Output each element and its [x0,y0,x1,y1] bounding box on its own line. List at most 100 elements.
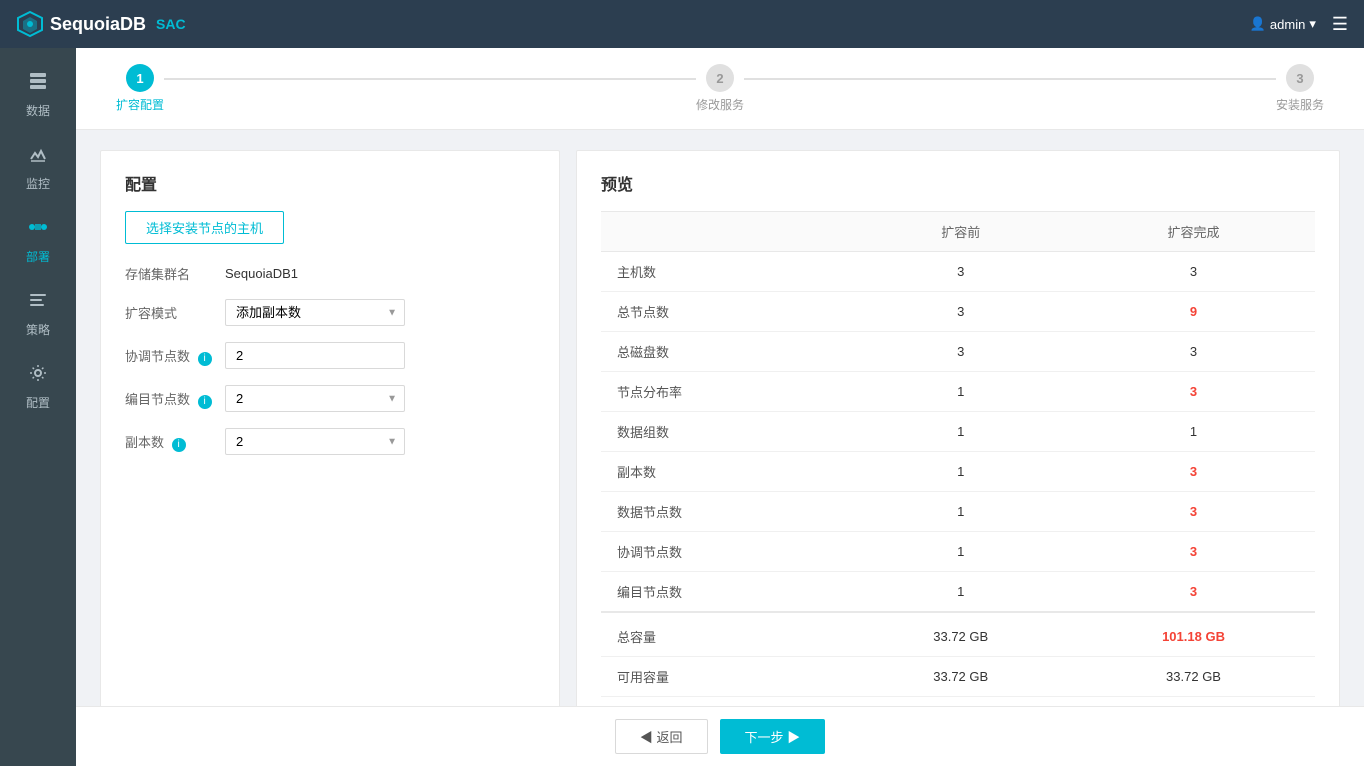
row-after: 3 [1072,332,1315,372]
sidebar-item-monitor[interactable]: 监控 [0,129,76,202]
app-logo: SequoiaDB SAC [16,10,186,38]
sidebar-item-config[interactable]: 配置 [0,348,76,421]
table-capacity-row: 可用容量 33.72 GB 33.72 GB [601,657,1315,697]
row-before: 3 [849,332,1072,372]
action-bar: ◀ 返回 下一步 ▶ [76,706,1364,766]
table-row: 总磁盘数 3 3 [601,332,1315,372]
form-row-coord-nodes: 协调节点数 i [125,342,535,369]
table-row: 编目节点数 1 3 [601,572,1315,613]
sidebar: 数据 监控 部署 策略 配置 [0,48,76,766]
table-row: 主机数 3 3 [601,252,1315,292]
logo-icon [16,10,44,38]
content-area: 配置 选择安装节点的主机 存储集群名 SequoiaDB1 扩容模式 添加副本数… [76,130,1364,728]
user-menu[interactable]: 👤 admin ▾ [1250,16,1316,32]
replica-select-wrap: 1 2 3 ▼ [225,428,405,455]
topnav-right: 👤 admin ▾ ☰ [1250,14,1348,35]
wizard-step-2: 2 修改服务 [696,64,744,113]
expand-mode-select[interactable]: 添加副本数 添加数据节点 [225,299,405,326]
replica-info-icon[interactable]: i [172,438,186,452]
wizard-line-2 [744,78,1276,80]
row-label: 编目节点数 [601,572,849,613]
row-after: 3 [1072,452,1315,492]
wizard-step-3: 3 安装服务 [1276,64,1324,113]
sidebar-item-strategy[interactable]: 策略 [0,275,76,348]
row-before: 1 [849,412,1072,452]
row-after: 1 [1072,412,1315,452]
username: admin [1270,17,1305,32]
table-row: 数据组数 1 1 [601,412,1315,452]
row-label: 总容量 [601,612,849,657]
row-before: 3 [849,252,1072,292]
label-replica: 副本数 i [125,432,225,452]
row-after: 3 [1072,252,1315,292]
wizard-steps: 1 扩容配置 2 修改服务 3 安装服务 [116,64,1324,113]
row-label: 数据节点数 [601,492,849,532]
data-icon [27,70,49,98]
table-row: 副本数 1 3 [601,452,1315,492]
table-header-row: 扩容前 扩容完成 [601,212,1315,252]
sidebar-item-deploy-label: 部署 [26,248,50,265]
row-label: 总节点数 [601,292,849,332]
row-after: 9 [1072,292,1315,332]
sidebar-item-data-label: 数据 [26,102,50,119]
user-icon: 👤 [1250,16,1266,32]
row-label: 总磁盘数 [601,332,849,372]
row-after: 3 [1072,372,1315,412]
deploy-icon [27,216,49,244]
sidebar-item-data[interactable]: 数据 [0,56,76,129]
form-row-replica: 副本数 i 1 2 3 ▼ [125,428,535,455]
preview-table: 扩容前 扩容完成 主机数 3 3 总节点数 3 9 总磁盘数 3 3 节点分布率… [601,211,1315,708]
monitor-icon [27,143,49,171]
label-catalog-nodes: 编目节点数 i [125,389,225,409]
coord-info-icon[interactable]: i [198,352,212,366]
config-icon [27,362,49,390]
wizard-step-3-circle: 3 [1286,64,1314,92]
sidebar-item-deploy[interactable]: 部署 [0,202,76,275]
select-host-button[interactable]: 选择安装节点的主机 [125,211,284,244]
catalog-nodes-select[interactable]: 1 2 3 [225,385,405,412]
back-button[interactable]: ◀ 返回 [615,719,708,754]
wizard-step-2-label: 修改服务 [696,96,744,113]
col-header-label [601,212,849,252]
wizard-step-1-circle: 1 [126,64,154,92]
row-after: 3 [1072,532,1315,572]
row-after: 3 [1072,572,1315,613]
row-after: 33.72 GB [1072,657,1315,697]
table-row: 协调节点数 1 3 [601,532,1315,572]
expand-mode-select-wrap: 添加副本数 添加数据节点 ▼ [225,299,405,326]
form-row-cluster-name: 存储集群名 SequoiaDB1 [125,264,535,283]
next-button[interactable]: 下一步 ▶ [720,719,826,754]
row-label: 节点分布率 [601,372,849,412]
sac-badge: SAC [156,16,186,32]
row-before: 1 [849,572,1072,613]
replica-select[interactable]: 1 2 3 [225,428,405,455]
hamburger-menu-icon[interactable]: ☰ [1332,14,1348,35]
wizard-step-2-circle: 2 [706,64,734,92]
label-cluster-name: 存储集群名 [125,264,225,283]
preview-panel: 预览 扩容前 扩容完成 主机数 3 3 总节点数 3 9 总磁 [576,150,1340,708]
col-header-before: 扩容前 [849,212,1072,252]
label-coord-nodes: 协调节点数 i [125,346,225,366]
app-name: SequoiaDB [50,14,146,35]
config-panel: 配置 选择安装节点的主机 存储集群名 SequoiaDB1 扩容模式 添加副本数… [100,150,560,708]
row-label: 副本数 [601,452,849,492]
row-label: 可用容量 [601,657,849,697]
user-dropdown-icon: ▾ [1309,16,1316,32]
catalog-nodes-select-wrap: 1 2 3 ▼ [225,385,405,412]
row-label: 数据组数 [601,412,849,452]
catalog-info-icon[interactable]: i [198,395,212,409]
row-before: 1 [849,372,1072,412]
sidebar-item-strategy-label: 策略 [26,321,50,338]
wizard-line-1 [164,78,696,80]
form-row-catalog-nodes: 编目节点数 i 1 2 3 ▼ [125,385,535,412]
table-capacity-row: 总容量 33.72 GB 101.18 GB [601,612,1315,657]
row-after: 101.18 GB [1072,612,1315,657]
coord-nodes-input[interactable] [225,342,405,369]
wizard-step-3-label: 安装服务 [1276,96,1324,113]
wizard-step-1: 1 扩容配置 [116,64,164,113]
config-title: 配置 [125,171,535,195]
preview-title: 预览 [601,171,1315,195]
brand-area: SequoiaDB SAC [16,10,186,38]
table-row: 节点分布率 1 3 [601,372,1315,412]
table-row: 数据节点数 1 3 [601,492,1315,532]
